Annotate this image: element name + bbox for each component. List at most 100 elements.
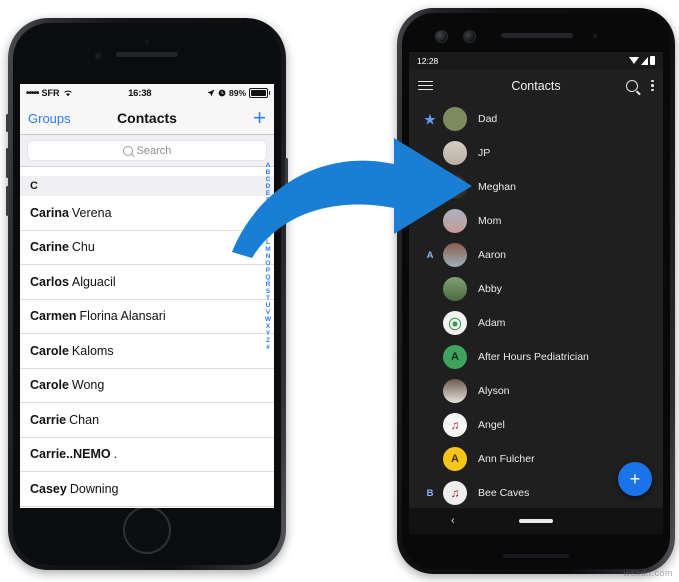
index-letter[interactable]: Q: [265, 274, 270, 281]
contact-name: Adam: [478, 317, 506, 329]
list-item[interactable]: ⦿ Adam: [409, 306, 663, 340]
android-screen: 12:28 Contacts ★ Dad JP Meghan Mom A Aar…: [409, 52, 663, 534]
iphone-home-button[interactable]: [123, 506, 171, 554]
contact-first-name: Carrie: [30, 412, 67, 427]
avatar: A: [443, 345, 467, 369]
index-letter[interactable]: C: [266, 176, 271, 183]
iphone-volume-down-button[interactable]: [6, 186, 9, 216]
list-item[interactable]: Mom: [409, 204, 663, 238]
table-row[interactable]: Carrie..NEMO.: [20, 438, 274, 472]
kebab-menu-icon[interactable]: [651, 79, 654, 92]
index-letter[interactable]: M: [265, 246, 271, 253]
contact-first-name: Casey: [30, 481, 67, 496]
index-letter[interactable]: #: [266, 344, 270, 351]
list-item[interactable]: Abby: [409, 272, 663, 306]
index-letter[interactable]: H: [266, 211, 271, 218]
iphone-navigation-bar: Groups Contacts +: [20, 102, 274, 135]
contact-last-name: Florina Alansari: [79, 309, 166, 324]
index-letter[interactable]: U: [266, 302, 271, 309]
index-letter[interactable]: X: [266, 323, 270, 330]
battery-icon: [650, 56, 655, 65]
table-row[interactable]: Casey Downing: [20, 472, 274, 507]
back-chevron-icon[interactable]: ‹: [451, 515, 455, 527]
iphone-volume-up-button[interactable]: [6, 148, 9, 178]
index-letter[interactable]: E: [266, 190, 270, 197]
hamburger-menu-icon[interactable]: [418, 80, 433, 91]
index-letter[interactable]: W: [265, 316, 271, 323]
search-icon: [122, 145, 133, 156]
index-letter[interactable]: D: [266, 183, 271, 190]
contact-first-name: Carole: [30, 343, 69, 358]
table-row[interactable]: Carina Verena: [20, 196, 274, 231]
contact-name: Alyson: [478, 385, 510, 397]
avatar: ♫: [443, 413, 467, 437]
list-item[interactable]: A Aaron: [409, 238, 663, 272]
avatar: [443, 175, 467, 199]
table-row[interactable]: Catia: [20, 507, 274, 509]
home-pill-icon[interactable]: [519, 519, 553, 523]
index-letter[interactable]: F: [266, 197, 270, 204]
table-row[interactable]: Carrie Chan: [20, 403, 274, 438]
alphabet-index-scrubber[interactable]: A B C D E F G H I J K L M N O P Q R S T: [263, 162, 273, 351]
section-header-c: C: [20, 176, 274, 196]
iphone-mute-switch[interactable]: [6, 114, 9, 132]
index-letter[interactable]: R: [266, 281, 271, 288]
table-row[interactable]: Carole Kaloms: [20, 334, 274, 369]
add-contact-fab[interactable]: +: [618, 462, 652, 496]
index-letter[interactable]: K: [266, 232, 271, 239]
search-icon[interactable]: [626, 79, 639, 92]
add-contact-button[interactable]: +: [253, 107, 266, 129]
avatar: [443, 141, 467, 165]
list-item[interactable]: ♫ Angel: [409, 408, 663, 442]
list-item[interactable]: JP: [409, 136, 663, 170]
contact-name: Meghan: [478, 181, 516, 193]
table-row[interactable]: Carole Wong: [20, 369, 274, 403]
android-front-camera-wide: [435, 30, 448, 43]
contact-name: Mom: [478, 215, 502, 227]
contact-last-name: Verena: [71, 205, 112, 220]
search-input[interactable]: Search: [27, 140, 267, 161]
star-icon: ★: [424, 111, 436, 127]
android-contact-list[interactable]: ★ Dad JP Meghan Mom A Aaron Abby ⦿ Adam …: [409, 102, 663, 510]
contact-first-name: Carrie..NEMO: [30, 447, 111, 462]
index-letter[interactable]: V: [266, 309, 270, 316]
index-letter[interactable]: A: [266, 162, 271, 169]
index-letter[interactable]: L: [266, 239, 270, 246]
clock-label: 12:28: [417, 55, 439, 66]
iphone-power-button[interactable]: [285, 158, 288, 202]
contact-last-name: Kaloms: [71, 343, 114, 358]
contact-last-name: .: [113, 447, 118, 462]
index-letter[interactable]: I: [267, 218, 269, 225]
contact-last-name: Chu: [71, 240, 95, 255]
iphone-proximity-sensor: [144, 39, 150, 44]
iphone-status-bar: ••••• SFR 16:38 89%: [20, 84, 274, 102]
list-item[interactable]: ★ Dad: [409, 102, 663, 136]
table-row[interactable]: Carmen Florina Alansari: [20, 300, 274, 334]
groups-button[interactable]: Groups: [28, 111, 71, 126]
plus-icon: +: [629, 468, 641, 489]
index-letter[interactable]: B: [266, 169, 271, 176]
table-row[interactable]: Carlos Alguacil: [20, 265, 274, 300]
list-item[interactable]: Meghan: [409, 170, 663, 204]
table-row[interactable]: Carine Chu: [20, 231, 274, 265]
iphone-earpiece-speaker: [116, 52, 178, 57]
iphone-screen: ••••• SFR 16:38 89% Groups Contacts + Se…: [20, 84, 274, 508]
search-placeholder: Search: [136, 144, 172, 157]
index-letter[interactable]: G: [265, 204, 270, 211]
iphone-contact-list[interactable]: Carina Verena Carine Chu Carlos Alguacil Ca…: [20, 196, 274, 508]
avatar: [443, 107, 467, 131]
index-letter[interactable]: O: [265, 260, 270, 267]
contact-name: Bee Caves: [478, 487, 530, 499]
list-item[interactable]: A After Hours Pediatrician: [409, 340, 663, 374]
list-item[interactable]: Alyson: [409, 374, 663, 408]
index-letter[interactable]: Y: [266, 330, 270, 337]
index-letter[interactable]: T: [266, 295, 270, 302]
index-letter[interactable]: S: [266, 288, 270, 295]
index-letter[interactable]: N: [266, 253, 271, 260]
index-letter[interactable]: Z: [266, 337, 270, 344]
contact-name: Angel: [478, 419, 505, 431]
index-letter[interactable]: P: [266, 267, 270, 274]
favorites-gutter: ★: [417, 113, 443, 126]
avatar: [443, 277, 467, 301]
index-letter[interactable]: J: [266, 225, 270, 232]
